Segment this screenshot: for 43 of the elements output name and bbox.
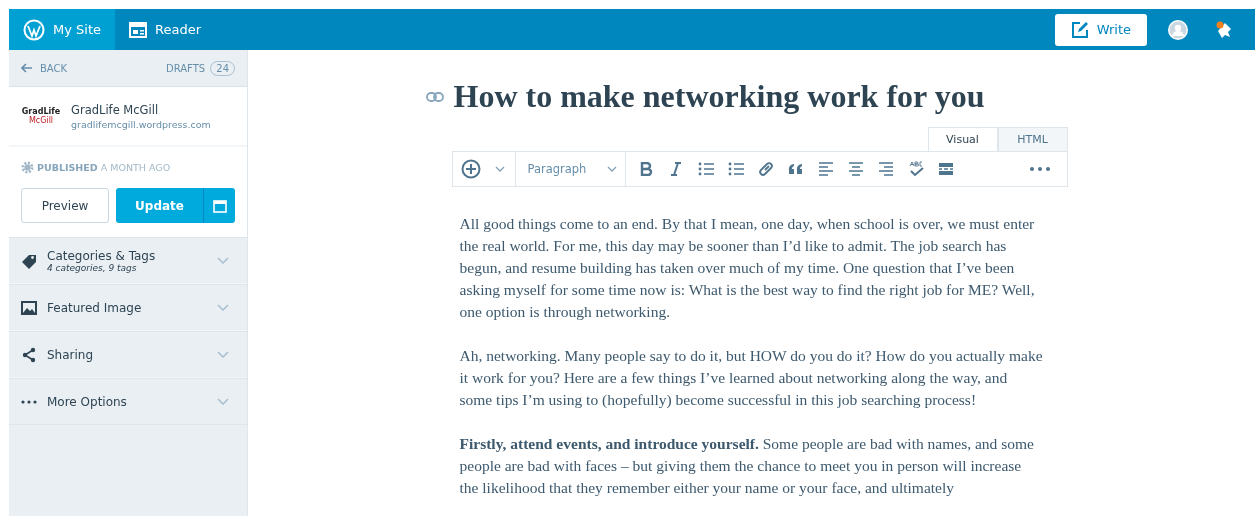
tag-icon [21,252,37,269]
site-url: gradlifemcgill.wordpress.com [71,118,211,130]
sidebar-section[interactable]: Sharing [9,331,247,378]
editor-tab[interactable]: Visual [927,127,998,151]
sidebar-section[interactable]: Featured Image [9,284,247,331]
ellipsis-icon [21,399,37,404]
masterbar-tab[interactable]: My Site [9,9,115,50]
gear-icon [21,161,34,174]
chevron-down-icon [217,257,229,264]
chevron-down-icon [606,166,617,172]
schedule-button[interactable] [203,188,235,223]
drafts-link[interactable]: DRAFTS 24 [165,62,235,74]
calendar-icon [212,198,227,213]
chevron-down-icon [217,304,229,311]
write-button[interactable]: Write [1054,13,1147,46]
body-paragraph: Firstly, attend events, and introduce yourself. Some people are bad with names, and some people are bad with faces – but giving them the chance to meet you in person will increase the likelihood that they remember either your name or your face, and ultimately [459,434,1035,498]
sidebar-section[interactable]: Categories & Tags 4 categories, 9 tags [9,237,247,284]
editor-tab[interactable]: HTML [997,127,1068,151]
link-icon[interactable] [425,91,444,102]
avatar-icon[interactable] [1167,18,1189,41]
back-link[interactable]: BACK [21,62,68,74]
pencil-icon [1070,20,1089,39]
image-icon [21,300,37,315]
sidebar-section[interactable]: More Options [9,378,247,425]
add-button[interactable] [460,159,481,179]
arrow-left-icon [21,63,33,73]
chevron-down-icon [217,398,229,405]
site-name: GradLife McGill [71,102,160,117]
body-paragraph: All good things come to an end. By that I mean, one day, when school is over, we must enter the real world. For me, this day may be sooner than I’d like to admit. The job search has begun, and resume building has taken over much of my time. One question that I’ve been asking myself for some time now is: What is the best way to find the right job for ME? Well, one option is through networking. [459,214,1036,322]
masterbar-tab[interactable]: Reader [115,9,216,50]
preview-button[interactable]: Preview [21,188,109,223]
post-title[interactable]: How to make networking work for you [453,78,985,115]
publish-status: PUBLISHED A MONTH AGO [37,162,171,173]
site-logo: GradLife McGill [21,107,61,125]
reader-icon [129,21,147,38]
chevron-down-icon [217,351,229,358]
format-dropdown[interactable]: Paragraph [515,152,626,186]
plus-circle-icon [460,159,481,179]
update-button[interactable]: Update [116,188,203,223]
share-icon [21,346,37,363]
wordpress-icon [23,18,45,41]
chevron-down-icon[interactable] [494,166,505,172]
body-paragraph: Ah, networking. Many people say to do it, but HOW do you do it? How do you actually make it work for you? Here are a few things I’ve learned about networking along the way, and some tips I’m using to (hopefully) become successful in this job searching process! [459,346,1044,410]
